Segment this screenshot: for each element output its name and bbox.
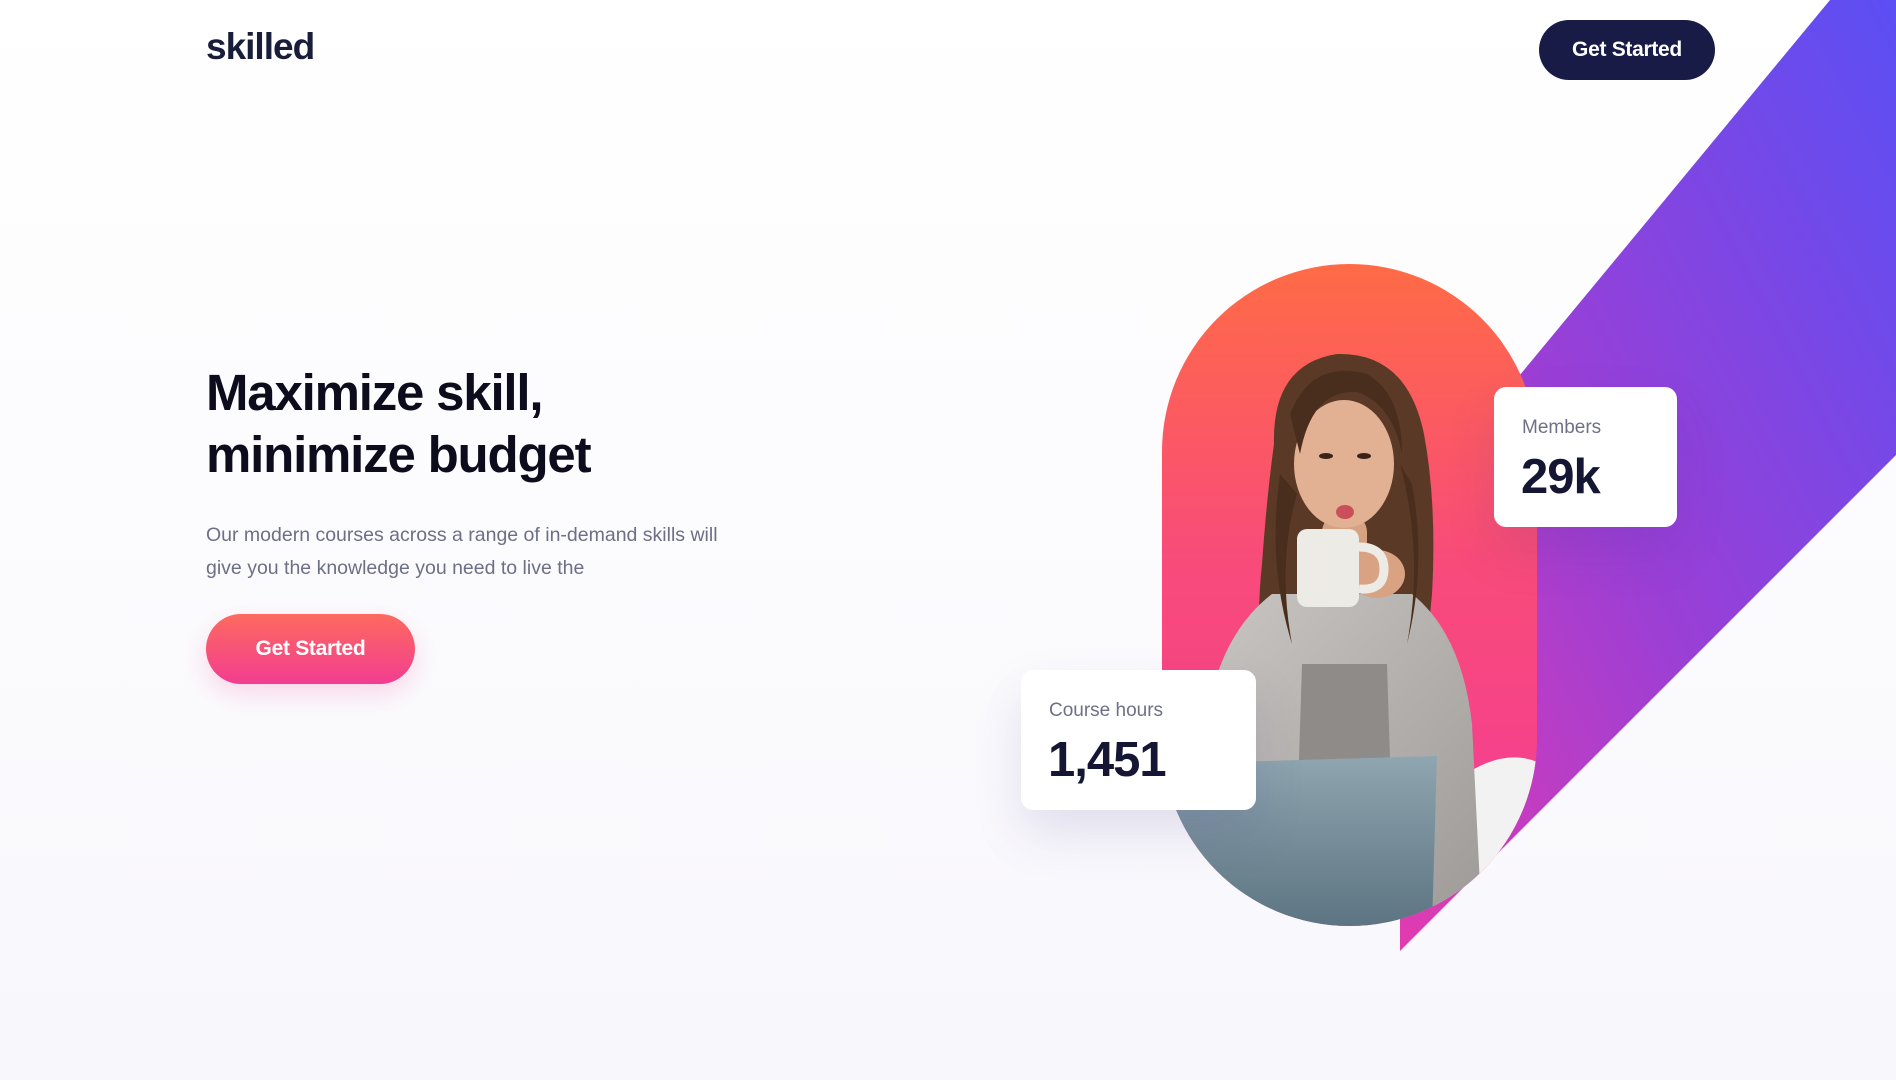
hero-get-started-button[interactable]: Get Started xyxy=(206,614,415,684)
hero-title-line-2: minimize budget xyxy=(206,426,592,483)
course-hours-label: Course hours xyxy=(1049,700,1164,721)
hero-title: Maximize skill, minimize budget xyxy=(206,362,766,486)
person-drinking-coffee-image xyxy=(1162,353,1537,926)
hero-image-pill xyxy=(1162,264,1537,926)
site-logo[interactable]: skilled xyxy=(206,26,315,68)
hero-title-line-1: Maximize skill, xyxy=(206,364,544,421)
course-hours-stat-card: Course hours 1,451 xyxy=(1021,670,1256,810)
members-value: 29k xyxy=(1521,450,1601,504)
members-stat-card: Members 29k xyxy=(1494,387,1677,527)
members-label: Members xyxy=(1522,417,1602,438)
header-get-started-button[interactable]: Get Started xyxy=(1539,20,1715,80)
course-hours-value: 1,451 xyxy=(1048,733,1167,787)
hero-description: Our modern courses across a range of in-… xyxy=(206,524,718,579)
